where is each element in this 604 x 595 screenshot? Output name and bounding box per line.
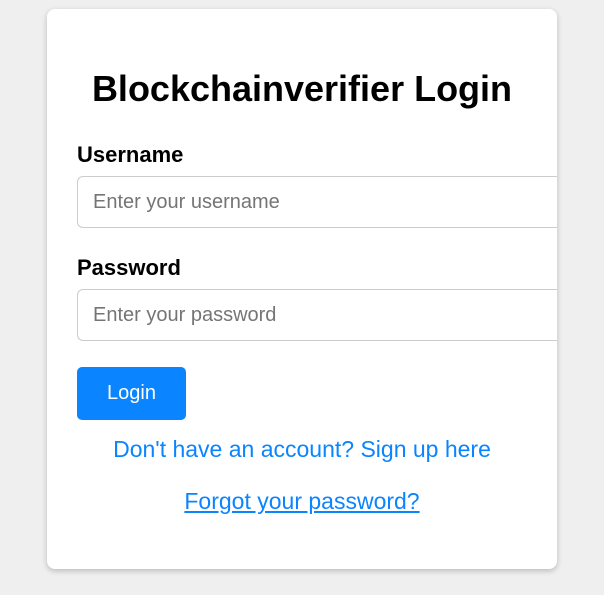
login-card: Blockchainverifier Login Username Passwo… <box>47 9 557 569</box>
page-title: Blockchainverifier Login <box>91 68 513 109</box>
login-button[interactable]: Login <box>77 367 186 420</box>
password-input[interactable] <box>77 289 557 341</box>
signup-row: Don't have an account? Sign up here <box>47 435 557 463</box>
username-label: Username <box>77 142 184 167</box>
forgot-password-row: Forgot your password? <box>47 487 557 515</box>
forgot-password-link[interactable]: Forgot your password? <box>184 488 419 514</box>
password-label: Password <box>77 255 181 280</box>
signup-link[interactable]: Don't have an account? Sign up here <box>113 436 491 462</box>
username-input[interactable] <box>77 176 557 228</box>
